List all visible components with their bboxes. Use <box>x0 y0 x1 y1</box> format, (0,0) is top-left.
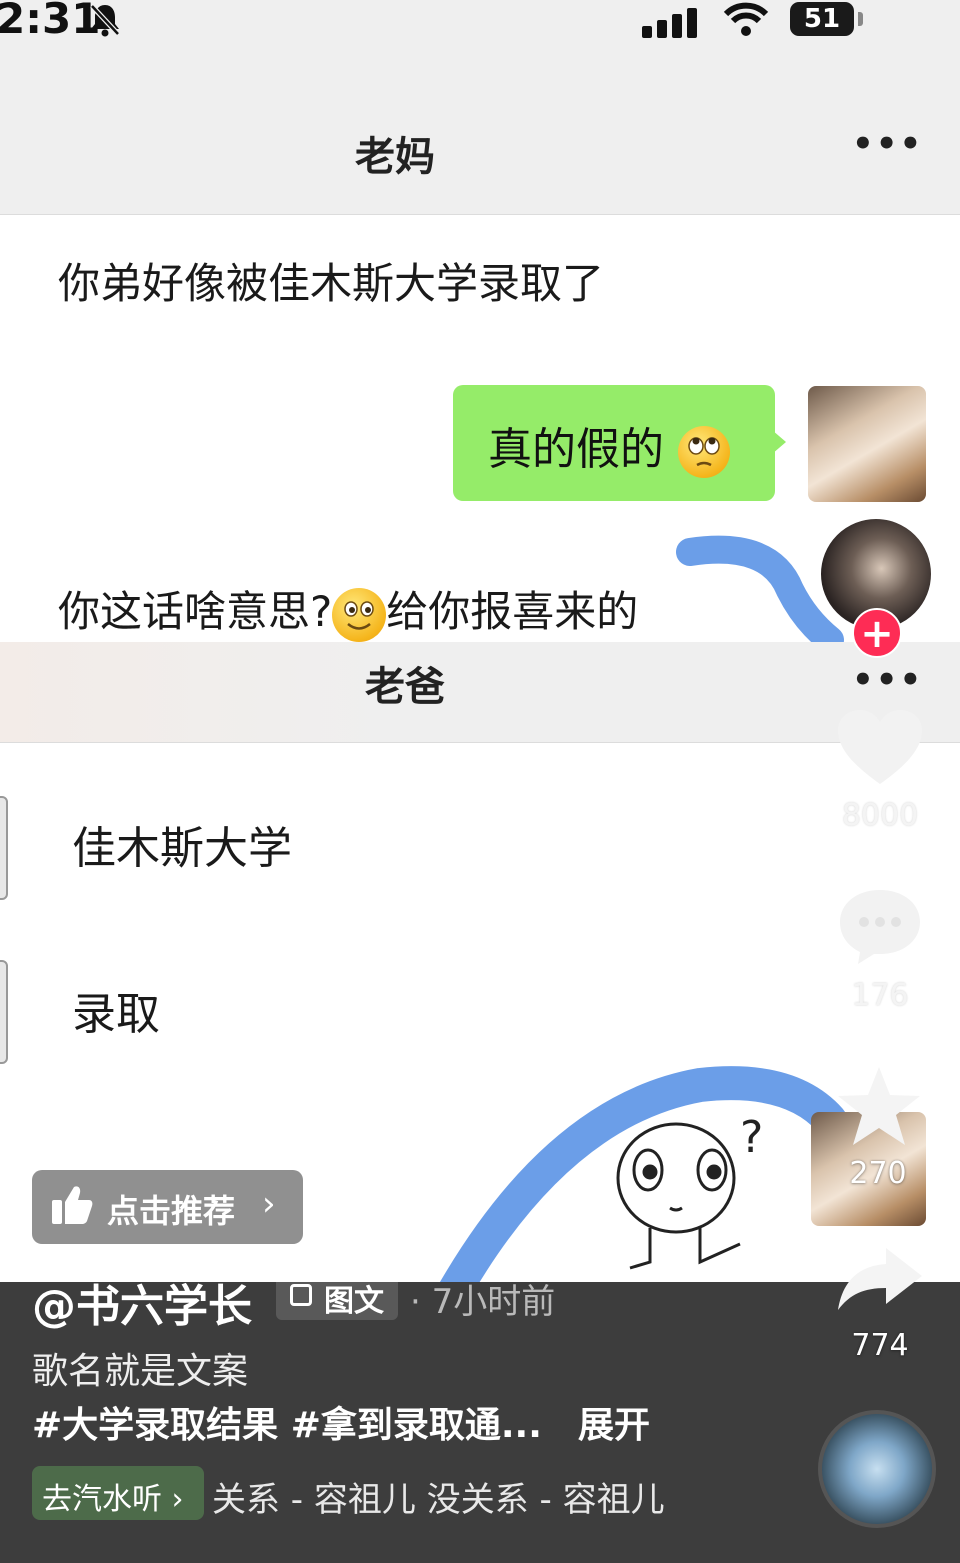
post-type-label: 图文 <box>324 1284 384 1319</box>
chevron-right-icon: › <box>262 1184 276 1224</box>
recommend-label: 点击推荐 <box>107 1192 236 1230</box>
expand-button[interactable]: 展开 <box>578 1396 650 1448</box>
more-options-icon[interactable]: ••• <box>852 660 923 700</box>
heart-icon[interactable] <box>836 708 924 792</box>
thumbs-up-icon <box>50 1184 94 1230</box>
like-count: 8000 <box>841 798 919 833</box>
post-caption: 歌名就是文案 <box>32 1351 249 1392</box>
star-icon[interactable] <box>834 1064 924 1154</box>
music-title-marquee[interactable]: 关系 - 容祖儿 没关系 - 容祖儿 <box>212 1472 665 1521</box>
comment-count: 176 <box>851 978 909 1013</box>
hashtag-links[interactable]: #大学录取结果 #拿到录取通... <box>32 1396 542 1448</box>
message-received: 录取 <box>72 989 160 1040</box>
comment-icon[interactable] <box>836 886 924 970</box>
music-disc-icon[interactable] <box>818 1410 936 1528</box>
author-name[interactable]: @书六学长 <box>32 1270 252 1334</box>
music-button-label: 去汽水听 › <box>42 1482 184 1517</box>
post-time: · 7小时前 <box>410 1282 556 1322</box>
share-icon[interactable] <box>836 1244 924 1318</box>
avatar <box>0 960 8 1064</box>
chat-header <box>0 642 960 743</box>
follow-button[interactable]: + <box>852 608 902 658</box>
question-mark: ? <box>740 1112 763 1163</box>
message-received: 佳木斯大学 <box>72 823 292 874</box>
avatar <box>0 796 8 900</box>
share-count: 774 <box>851 1328 909 1363</box>
image-text-icon <box>290 1284 312 1306</box>
cartoon-figure <box>616 1122 741 1270</box>
favorite-count: 270 <box>849 1156 907 1191</box>
chat-title: 老爸 <box>365 664 445 710</box>
